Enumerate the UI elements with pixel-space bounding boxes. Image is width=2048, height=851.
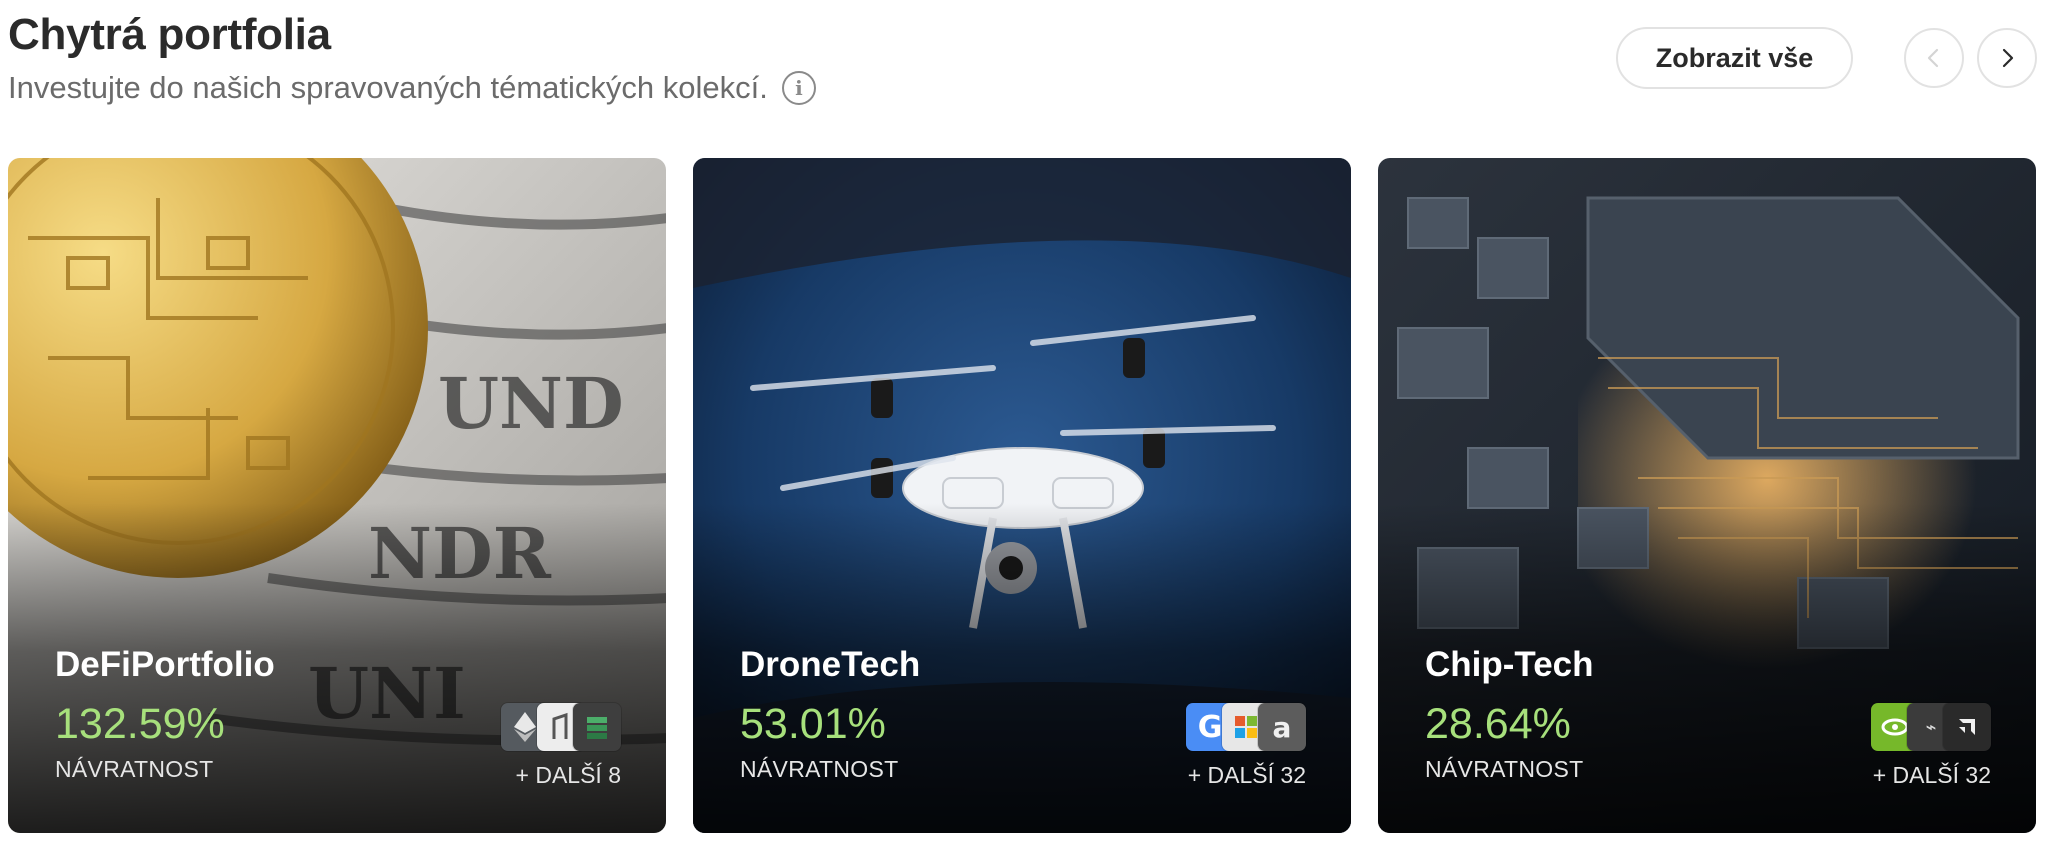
- carousel-next-button[interactable]: [1977, 28, 2037, 88]
- info-icon[interactable]: i: [781, 71, 816, 105]
- portfolio-more-count: + DALŠÍ 32: [1187, 762, 1306, 788]
- portfolio-name: DroneTech: [740, 645, 921, 684]
- smart-portfolios-section: Chytrá portfolia Investujte do našich sp…: [0, 0, 2048, 851]
- section-title: Chytrá portfolia: [8, 10, 331, 59]
- section-subtitle: Investujte do našich spravovaných témati…: [8, 70, 768, 105]
- portfolio-more-count: + DALŠÍ 8: [515, 762, 621, 788]
- portfolio-return: 53.01%: [740, 700, 886, 748]
- portfolio-logos: [501, 703, 621, 751]
- portfolio-return-label: NÁVRATNOST: [740, 756, 899, 782]
- portfolio-logos: ⌁: [1871, 703, 1991, 751]
- portfolio-return-label: NÁVRATNOST: [1425, 756, 1584, 782]
- portfolio-return: 132.59%: [55, 700, 225, 748]
- chevron-left-icon: [1927, 48, 1939, 68]
- svg-text:UND: UND: [438, 362, 624, 445]
- portfolio-logos: G a: [1186, 703, 1306, 751]
- carousel-prev-button[interactable]: [1904, 28, 1964, 88]
- portfolio-card-chiptech[interactable]: Chip-Tech 28.64% NÁVRATNOST ⌁ + DALŠÍ 32: [1378, 158, 2036, 833]
- portfolio-card-defi[interactable]: UND NDR UNI DeFiPortfolio 132.5: [8, 158, 666, 833]
- amazon-logo: a: [1258, 703, 1306, 751]
- stacked-blocks-logo: [573, 703, 621, 751]
- portfolio-name: Chip-Tech: [1425, 645, 1594, 684]
- portfolio-more-count: + DALŠÍ 32: [1872, 762, 1991, 788]
- portfolio-return: 28.64%: [1425, 700, 1571, 748]
- portfolio-name: DeFiPortfolio: [55, 645, 275, 684]
- portfolio-card-dronetech[interactable]: DroneTech 53.01% NÁVRATNOST G a + DALŠÍ …: [693, 158, 1351, 833]
- chevron-right-icon: [2002, 48, 2014, 68]
- view-all-button[interactable]: Zobrazit vše: [1616, 27, 1853, 89]
- subtitle-row: Investujte do našich spravovaných témati…: [8, 68, 816, 108]
- amd-logo: [1943, 703, 1991, 751]
- portfolio-return-label: NÁVRATNOST: [55, 756, 214, 782]
